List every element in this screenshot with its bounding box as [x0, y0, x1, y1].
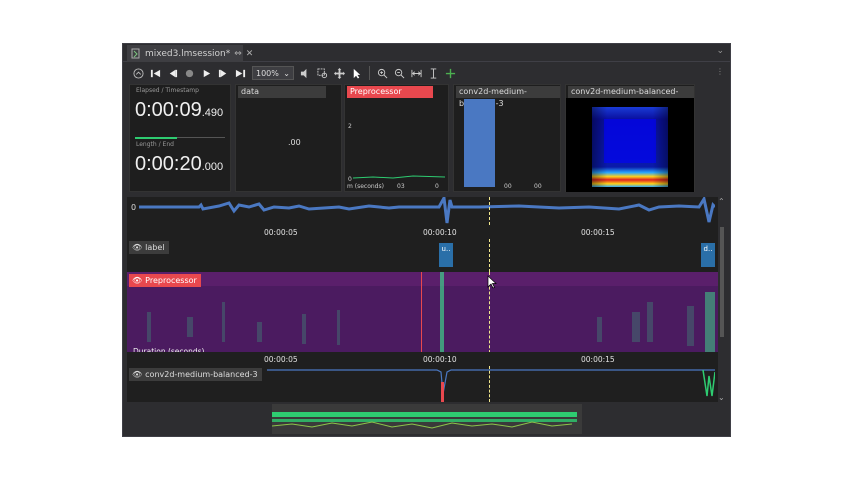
add-icon[interactable] — [443, 66, 458, 81]
pre-xtick2: 0 — [435, 183, 439, 190]
progress-fill — [135, 137, 177, 139]
pre-xlabel: m (seconds) — [347, 183, 384, 190]
zoom-value: 100% — [256, 68, 279, 78]
spectrogram — [127, 272, 719, 352]
grad-panel-title: conv2d-medium-balanced-3_grad — [568, 86, 694, 108]
label-track-header[interactable]: 👁 label — [129, 241, 169, 254]
time-tick: 00:00:10 — [423, 228, 457, 237]
model-panel-title: conv2d-medium-balanced-3 — [456, 86, 560, 108]
model-track-name: conv2d-medium-balanced-3 — [145, 370, 258, 379]
scroll-up-icon[interactable]: ⌃ — [718, 197, 725, 206]
waveform-zero: 0 — [131, 203, 137, 212]
zoom-dropdown-icon: ⌄ — [283, 68, 290, 78]
skip-start-icon[interactable] — [148, 66, 163, 81]
pin-icon[interactable]: ⇔ — [234, 49, 242, 59]
preprocessor-track-name: Preprocessor — [145, 276, 197, 285]
time-tick: 00:00:15 — [581, 355, 615, 364]
vertical-scrollbar[interactable]: ⌃ ⌄ — [718, 197, 726, 402]
session-file-icon — [131, 48, 141, 59]
selection-marker-line — [421, 272, 422, 358]
tab-session[interactable]: mixed3.lmsession* ⇔ ✕ — [127, 45, 253, 62]
transport-toolbar: 100% ⌄ ⋮ — [123, 63, 730, 83]
play-icon[interactable] — [199, 66, 214, 81]
preprocessor-panel: Preprocessor 2 0 m (seconds) 03 0 — [344, 84, 449, 192]
pre-ybottom: 0 — [348, 176, 352, 183]
model-output-track[interactable]: 👁 conv2d-medium-balanced-3 — [127, 366, 719, 402]
pointer-icon[interactable] — [349, 66, 364, 81]
fit-width-icon[interactable] — [409, 66, 424, 81]
collapse-icon[interactable] — [131, 66, 146, 81]
pan-icon[interactable] — [332, 66, 347, 81]
model-red-marker — [441, 382, 444, 402]
playhead-line — [489, 197, 490, 225]
length-label: Length / End — [136, 141, 174, 148]
model-output-bar — [464, 99, 495, 187]
toolbar-separator — [369, 66, 370, 80]
grad-panel: conv2d-medium-balanced-3_grad — [565, 84, 695, 192]
label-chip[interactable]: u.. — [439, 243, 453, 267]
elapsed-time: 0:00:09.490 — [135, 99, 223, 122]
zoom-in-icon[interactable] — [375, 66, 390, 81]
toolbar-overflow-icon[interactable]: ⋮ — [716, 67, 724, 76]
playhead-line — [489, 239, 490, 272]
eye-icon[interactable]: 👁 — [132, 243, 142, 252]
preprocessor-panel-title: Preprocessor — [347, 86, 433, 98]
grad-heatmap — [592, 107, 668, 187]
text-cursor-icon[interactable] — [426, 66, 441, 81]
data-panel: data .00 — [235, 84, 342, 192]
tab-title: mixed3.lmsession* — [145, 48, 231, 59]
panels-row: Elapsed / Timestamp 0:00:09.490 Length /… — [129, 84, 719, 194]
length-main: 0:00:20 — [135, 153, 202, 175]
label-track[interactable]: 👁 label u.. d.. — [127, 239, 719, 272]
tab-bar: mixed3.lmsession* ⇔ ✕ ⌄ — [123, 44, 730, 62]
zoom-region-icon[interactable] — [315, 66, 330, 81]
elapsed-main: 0:00:09 — [135, 99, 202, 121]
waveform — [139, 197, 715, 224]
label-chip[interactable]: d.. — [701, 243, 715, 267]
waveform-track[interactable]: 0 — [127, 197, 719, 225]
preprocessor-track-header[interactable]: 👁 Preprocessor — [129, 274, 201, 287]
playhead-line — [489, 366, 490, 402]
pre-xtick: 03 — [397, 183, 405, 190]
step-back-icon[interactable] — [165, 66, 180, 81]
model-tick-1: 00 — [504, 183, 512, 190]
close-icon[interactable]: ✕ — [246, 49, 254, 59]
overview-strip[interactable] — [127, 402, 719, 436]
mouse-cursor-icon — [487, 275, 497, 289]
model-output-line — [267, 369, 715, 397]
overview-plot — [272, 404, 582, 434]
zoom-out-icon[interactable] — [392, 66, 407, 81]
record-icon[interactable] — [182, 66, 197, 81]
length-time: 0:00:20.000 — [135, 153, 223, 176]
spectrogram-track[interactable]: 👁 Preprocessor Duration (seconds) — [127, 272, 719, 358]
step-forward-icon[interactable] — [216, 66, 231, 81]
label-track-name: label — [145, 243, 165, 252]
chevron-down-icon[interactable]: ⌄ — [716, 46, 724, 56]
zoom-select[interactable]: 100% ⌄ — [252, 66, 294, 80]
model-track-header[interactable]: 👁 conv2d-medium-balanced-3 — [129, 368, 262, 381]
pre-ytop: 2 — [348, 123, 352, 130]
eye-icon[interactable]: 👁 — [132, 370, 142, 379]
pre-mini-plot — [353, 175, 445, 179]
volume-icon[interactable] — [298, 66, 313, 81]
data-panel-title: data — [238, 86, 326, 98]
model-tick-2: 00 — [534, 183, 542, 190]
time-tick: 00:00:05 — [264, 228, 298, 237]
time-axis-2: 00:00:05 00:00:10 00:00:15 — [127, 352, 719, 366]
length-ms: .000 — [201, 161, 224, 173]
time-tick: 00:00:10 — [423, 355, 457, 364]
scrollbar-thumb[interactable] — [720, 227, 724, 337]
eye-icon[interactable]: 👁 — [132, 276, 142, 285]
elapsed-label: Elapsed / Timestamp — [136, 87, 199, 94]
session-window: mixed3.lmsession* ⇔ ✕ ⌄ 100% ⌄ ⋮ Elapsed — [122, 43, 731, 437]
time-tick: 00:00:15 — [581, 228, 615, 237]
elapsed-ms: .490 — [201, 107, 224, 119]
time-axis-1: 00:00:05 00:00:10 00:00:15 — [127, 225, 719, 239]
model-panel: conv2d-medium-balanced-3 00 00 — [453, 84, 561, 192]
scroll-down-icon[interactable]: ⌄ — [718, 393, 725, 402]
time-tick: 00:00:05 — [264, 355, 298, 364]
data-value: .00 — [288, 138, 301, 147]
skip-end-icon[interactable] — [233, 66, 248, 81]
clock-panel: Elapsed / Timestamp 0:00:09.490 Length /… — [129, 84, 231, 192]
